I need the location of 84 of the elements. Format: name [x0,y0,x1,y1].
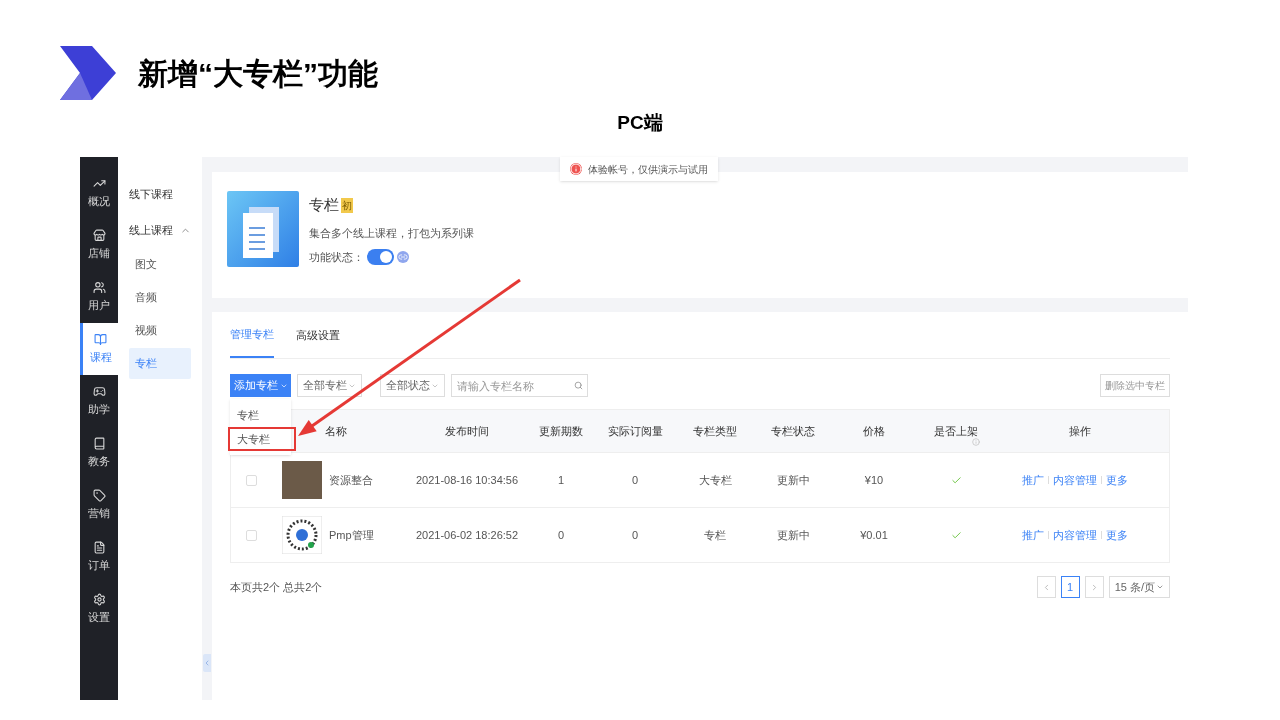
document-list-icon [227,191,299,267]
action-link[interactable]: 内容管理 [1052,526,1097,544]
action-link[interactable]: 更多 [1105,526,1128,544]
column-header: 专栏类型 [693,424,737,437]
caret-icon [1156,583,1164,591]
slide-subtitle: PC端 [617,111,663,135]
rail-icon [92,592,106,606]
rail-item[interactable]: 营销 [80,479,119,531]
rail-icon [92,280,106,294]
add-column-button[interactable]: 添加专栏 [230,374,291,397]
tab[interactable]: 管理专栏 [230,312,274,358]
menu-item[interactable]: 大专栏 [228,427,296,451]
rail-item[interactable]: 设置 [80,583,119,635]
sidebar-item[interactable]: 视频 [129,315,191,346]
column-header: 名称 [325,424,347,437]
search-icon [574,381,583,390]
rail-item[interactable]: 教务 [80,427,119,479]
sidebar-item[interactable]: 线上课程 [129,213,191,247]
collapse-toggle[interactable] [202,654,211,672]
page-summary: 本页共2个 总共2个 [230,579,323,595]
sidebar-item[interactable]: 线下课程 [129,177,191,211]
prev-page-button[interactable] [1036,576,1056,598]
filter-select[interactable]: 全部专栏 [297,374,362,397]
qr-code-icon [282,516,322,554]
rail-item[interactable]: 订单 [80,531,119,583]
action-link[interactable]: 内容管理 [1052,471,1097,489]
rail-item[interactable]: 课程 [80,323,119,375]
feature-description: 集合多个线上课程，打包为系列课 [309,225,474,241]
table-cell-text: 资源整合 [329,472,373,488]
info-icon [570,163,582,175]
table-cell: 1 [557,473,565,486]
rail-item[interactable]: 概况 [80,167,119,219]
photo-placeholder [282,461,322,499]
table-cell: 专栏 [704,528,726,541]
column-header: 价格 [863,424,885,437]
status-label: 功能状态： [309,250,364,265]
notice-text: 体验帐号，仅供演示与试用 [588,162,708,177]
next-page-button[interactable] [1084,576,1104,598]
table-cell: ¥0.01 [860,528,888,541]
rail-item[interactable]: 店铺 [80,219,119,271]
column-header: 发布时间 [445,424,489,437]
column-header: 更新期数 [539,424,583,437]
action-link[interactable]: 推广 [1021,526,1044,544]
tab[interactable]: 高级设置 [296,312,340,358]
table-cell-text: Pmp管理 [329,527,374,543]
rail-icon [92,436,106,450]
sidebar-item[interactable]: 音频 [129,282,191,313]
info-icon [972,437,980,446]
table-cell: 0 [631,473,639,486]
action-link[interactable]: 更多 [1105,471,1128,489]
table-cell: 更新中 [776,473,810,486]
table-cell: 0 [557,528,565,541]
page-button[interactable]: 1 [1060,576,1080,598]
column-header: 实际订阅量 [607,424,663,437]
rail-icon [92,488,106,502]
menu-item[interactable]: 专栏 [230,403,291,427]
table-cell: ¥10 [864,473,884,486]
table-cell: 2021-08-16 10:34:56 [415,473,519,486]
sidebar-item[interactable]: 图文 [129,249,191,280]
filter-select[interactable]: 全部状态 [380,374,445,397]
table-cell: 更新中 [776,528,810,541]
rail-icon [92,540,106,554]
column-header: 专栏状态 [771,424,815,437]
row-checkbox[interactable] [245,474,257,486]
chevron-logo-icon [60,46,116,100]
table-cell: 0 [631,528,639,541]
rail-icon [92,384,106,398]
column-header: 操作 [1068,424,1091,437]
page-size-select[interactable]: 15 条/页 [1108,576,1170,598]
rail-icon [92,228,106,242]
rail-icon [94,332,108,346]
row-checkbox[interactable] [245,529,257,541]
slide-title: 新增“大专栏”功能 [138,55,378,92]
table-cell: 大专栏 [698,473,732,486]
status-switch[interactable] [367,249,394,266]
link-icon[interactable] [397,251,409,264]
table-cell: 2021-06-02 18:26:52 [415,528,519,541]
rail-item[interactable]: 用户 [80,271,119,323]
action-link[interactable]: 推广 [1021,471,1044,489]
feature-title: 专栏 [309,195,339,215]
rail-item[interactable]: 助学 [80,375,119,427]
column-header: 是否上架 [934,424,978,437]
search-field[interactable]: 请输入专栏名称 [451,374,588,397]
level-badge: 初 [341,197,353,213]
